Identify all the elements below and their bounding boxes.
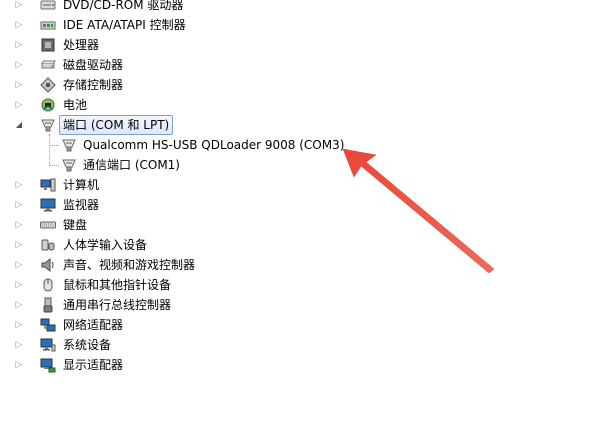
device-manager-tree: ▷ DVD/CD-ROM 驱动器 ▷ IDE ATA/ATAPI 控制器 ▷ 处…: [0, 0, 604, 424]
annotation-arrow: [342, 148, 495, 274]
